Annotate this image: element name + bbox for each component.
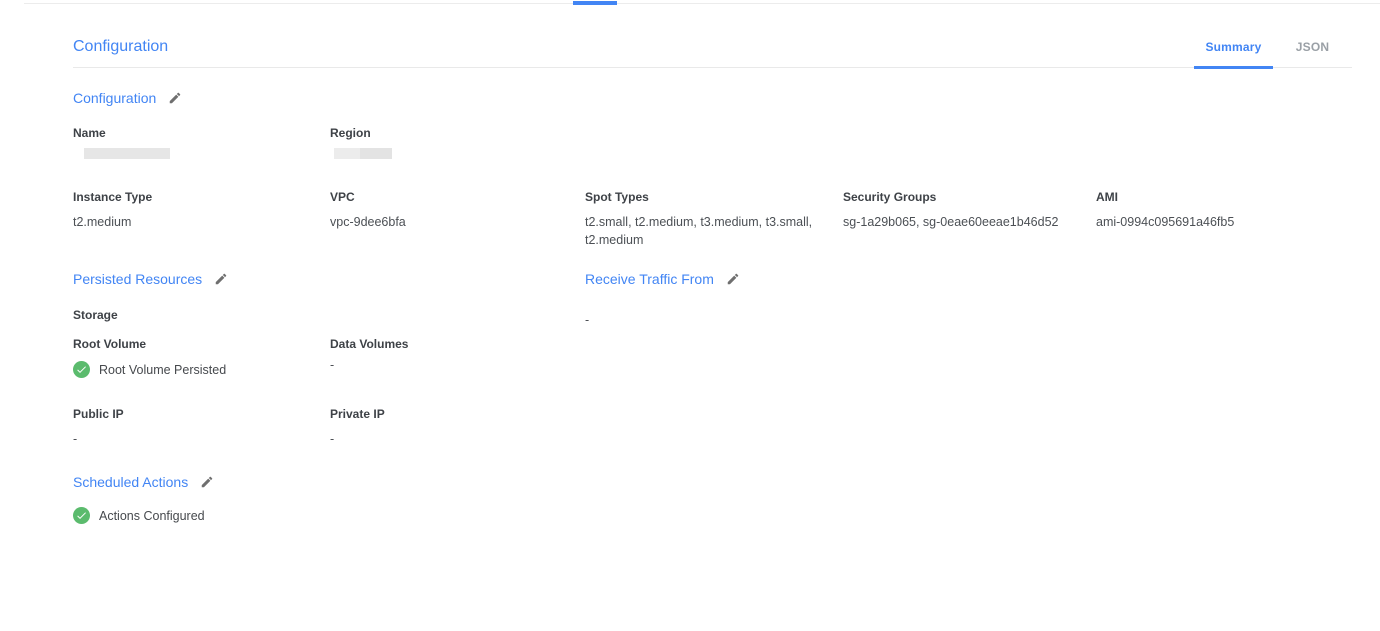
field-vpc-label: VPC bbox=[330, 190, 567, 205]
tab-summary-label: Summary bbox=[1205, 40, 1261, 54]
scheduled-actions-header: Scheduled Actions bbox=[73, 474, 1352, 490]
private-ip-value: - bbox=[330, 430, 585, 448]
receive-traffic-from-title: Receive Traffic From bbox=[585, 271, 714, 287]
field-region: Region bbox=[330, 126, 585, 159]
persisted-resources-title: Persisted Resources bbox=[73, 271, 202, 287]
root-volume-status: Root Volume Persisted bbox=[73, 361, 330, 378]
scheduled-actions-section: Scheduled Actions Actions Configured bbox=[73, 474, 1352, 524]
field-security-groups: Security Groups sg-1a29b065, sg-0eae60ee… bbox=[843, 190, 1096, 249]
scheduled-actions-status: Actions Configured bbox=[73, 507, 1352, 524]
middle-sections-row: Persisted Resources Storage Root Volume … bbox=[73, 271, 1352, 448]
edit-scheduled-actions-button[interactable] bbox=[199, 474, 215, 490]
configuration-section-header: Configuration bbox=[73, 90, 1352, 106]
field-region-value-redacted bbox=[334, 148, 392, 159]
ip-labels-row: Public IP Private IP bbox=[73, 407, 585, 422]
configuration-fields-row-2: Instance Type t2.medium VPC vpc-9dee6bfa… bbox=[73, 190, 1352, 249]
view-tabs: Summary JSON bbox=[1194, 40, 1352, 67]
volumes-values-row: Root Volume Persisted - bbox=[73, 352, 585, 378]
persisted-resources-section: Persisted Resources Storage Root Volume … bbox=[73, 271, 585, 448]
tab-json[interactable]: JSON bbox=[1273, 40, 1352, 67]
persisted-resources-header: Persisted Resources bbox=[73, 271, 585, 287]
field-instance-type-value: t2.medium bbox=[73, 213, 312, 231]
check-circle-icon bbox=[73, 507, 90, 524]
pencil-icon bbox=[726, 272, 740, 286]
pencil-icon bbox=[168, 91, 182, 105]
field-spot-types-label: Spot Types bbox=[585, 190, 825, 205]
field-ami-label: AMI bbox=[1096, 190, 1334, 205]
field-ami: AMI ami-0994c095691a46fb5 bbox=[1096, 190, 1352, 249]
field-security-groups-value: sg-1a29b065, sg-0eae60eeae1b46d52 bbox=[843, 213, 1078, 231]
edit-receive-traffic-from-button[interactable] bbox=[725, 271, 741, 287]
public-ip-value: - bbox=[73, 430, 330, 448]
page-header: Configuration Summary JSON bbox=[73, 0, 1352, 68]
scheduled-actions-title: Scheduled Actions bbox=[73, 474, 188, 490]
field-instance-type: Instance Type t2.medium bbox=[73, 190, 330, 249]
tab-summary[interactable]: Summary bbox=[1194, 40, 1273, 67]
receive-traffic-from-section: Receive Traffic From - bbox=[585, 271, 1352, 448]
field-vpc-value: vpc-9dee6bfa bbox=[330, 213, 567, 231]
tab-json-label: JSON bbox=[1296, 40, 1329, 54]
public-ip-label: Public IP bbox=[73, 407, 330, 422]
field-spot-types-value: t2.small, t2.medium, t3.medium, t3.small… bbox=[585, 213, 825, 249]
edit-persisted-resources-button[interactable] bbox=[213, 271, 229, 287]
field-region-label: Region bbox=[330, 126, 567, 141]
configuration-fields-row-1: Name Region bbox=[73, 126, 1352, 159]
scheduled-actions-status-text: Actions Configured bbox=[99, 509, 205, 523]
page: { "header": { "page_title": "Configurati… bbox=[0, 0, 1380, 631]
field-instance-type-label: Instance Type bbox=[73, 190, 312, 205]
pencil-icon bbox=[200, 475, 214, 489]
root-volume-label: Root Volume bbox=[73, 337, 330, 352]
root-volume-status-text: Root Volume Persisted bbox=[99, 363, 226, 377]
receive-traffic-from-value: - bbox=[585, 313, 1352, 327]
volumes-labels-row: Root Volume Data Volumes bbox=[73, 337, 585, 352]
receive-traffic-from-header: Receive Traffic From bbox=[585, 271, 1352, 287]
main-content: Configuration Summary JSON Configuration… bbox=[73, 0, 1352, 524]
storage-label: Storage bbox=[73, 308, 585, 323]
field-name-value-redacted bbox=[84, 148, 170, 159]
data-volumes-value: - bbox=[330, 352, 585, 378]
field-name: Name bbox=[73, 126, 330, 159]
edit-configuration-button[interactable] bbox=[167, 90, 183, 106]
field-ami-value: ami-0994c095691a46fb5 bbox=[1096, 213, 1334, 231]
field-vpc: VPC vpc-9dee6bfa bbox=[330, 190, 585, 249]
field-name-label: Name bbox=[73, 126, 312, 141]
ip-values-row: - - bbox=[73, 422, 585, 448]
configuration-section-title: Configuration bbox=[73, 90, 156, 106]
field-spot-types: Spot Types t2.small, t2.medium, t3.mediu… bbox=[585, 190, 843, 249]
active-tab-underline bbox=[1194, 66, 1273, 69]
private-ip-label: Private IP bbox=[330, 407, 585, 422]
field-security-groups-label: Security Groups bbox=[843, 190, 1078, 205]
data-volumes-label: Data Volumes bbox=[330, 337, 585, 352]
page-title: Configuration bbox=[73, 38, 168, 67]
check-circle-icon bbox=[73, 361, 90, 378]
pencil-icon bbox=[214, 272, 228, 286]
